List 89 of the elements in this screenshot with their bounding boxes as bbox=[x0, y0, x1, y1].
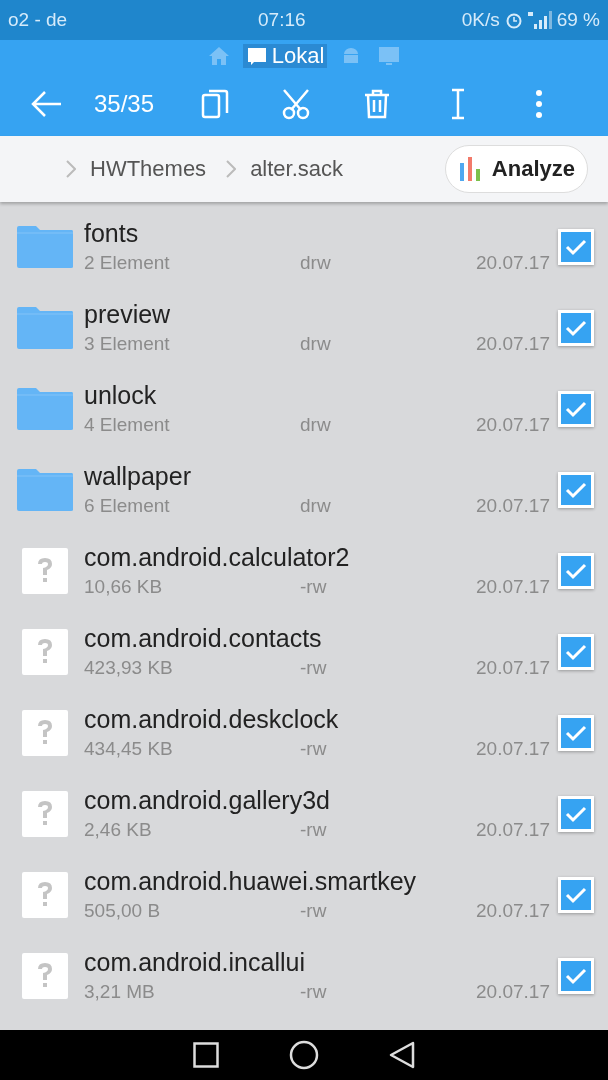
file-size: 2 Element bbox=[84, 252, 171, 274]
folder-icon bbox=[16, 224, 74, 269]
checkbox[interactable] bbox=[558, 795, 594, 832]
file-name[interactable]: unlock bbox=[84, 381, 157, 410]
folder-icon bbox=[16, 467, 74, 512]
file-permissions: -rw bbox=[300, 738, 328, 760]
unknown-file-icon bbox=[22, 790, 68, 837]
network-speed: 0K/s bbox=[461, 9, 500, 31]
more-vertical-icon bbox=[535, 89, 544, 119]
file-size: 10,66 KB bbox=[84, 576, 164, 598]
file-date: 20.07.17 bbox=[476, 414, 550, 436]
file-size: 423,93 KB bbox=[84, 657, 174, 679]
file-permissions: drw bbox=[300, 495, 332, 517]
checkbox[interactable] bbox=[558, 552, 594, 589]
battery-level: 69 % bbox=[556, 9, 600, 31]
checkmark-icon bbox=[565, 642, 587, 661]
checkbox[interactable] bbox=[558, 633, 594, 670]
checkbox[interactable] bbox=[558, 471, 594, 508]
clock: 07:16 bbox=[258, 9, 306, 31]
chevron-right-icon bbox=[226, 160, 237, 178]
checkmark-icon bbox=[565, 480, 587, 499]
breadcrumb-item[interactable]: HWThemes bbox=[90, 156, 207, 182]
checkbox[interactable] bbox=[558, 876, 594, 913]
file-date: 20.07.17 bbox=[476, 738, 550, 760]
file-size: 3 Element bbox=[84, 333, 171, 355]
file-size: 505,00 B bbox=[84, 900, 162, 922]
file-permissions: drw bbox=[300, 414, 332, 436]
location-tab[interactable]: Lokal bbox=[242, 44, 328, 68]
checkbox[interactable] bbox=[558, 957, 594, 994]
file-size: 6 Element bbox=[84, 495, 171, 517]
checkmark-icon bbox=[565, 723, 587, 742]
file-name[interactable]: wallpaper bbox=[84, 462, 191, 491]
analyze-button[interactable]: Analyze bbox=[444, 145, 588, 193]
file-name[interactable]: fonts bbox=[84, 219, 139, 248]
file-date: 20.07.17 bbox=[476, 981, 550, 1003]
file-date: 20.07.17 bbox=[476, 495, 550, 517]
file-permissions: drw bbox=[300, 333, 332, 355]
checkmark-icon bbox=[565, 966, 587, 985]
file-size: 3,21 MB bbox=[84, 981, 156, 1003]
recent-apps-icon[interactable] bbox=[193, 1042, 219, 1068]
file-date: 20.07.17 bbox=[476, 657, 550, 679]
chevron-right-icon bbox=[66, 160, 76, 178]
folder-icon bbox=[16, 305, 74, 350]
unknown-file-icon bbox=[22, 709, 68, 756]
file-permissions: drw bbox=[300, 252, 332, 274]
file-permissions: -rw bbox=[300, 900, 328, 922]
file-size: 2,46 KB bbox=[84, 819, 153, 841]
unknown-file-icon bbox=[22, 547, 68, 594]
selection-count: 35/35 bbox=[94, 90, 155, 118]
file-name[interactable]: com.android.gallery3d bbox=[84, 786, 330, 815]
file-name[interactable]: com.android.incallui bbox=[84, 948, 305, 977]
file-date: 20.07.17 bbox=[476, 252, 550, 274]
checkmark-icon bbox=[565, 399, 587, 418]
carrier-name: o2 - de bbox=[8, 9, 68, 31]
file-permissions: -rw bbox=[300, 819, 328, 841]
checkbox[interactable] bbox=[558, 714, 594, 751]
checkmark-icon bbox=[565, 237, 587, 256]
network-screen-icon bbox=[378, 46, 401, 66]
unknown-file-icon bbox=[22, 871, 68, 918]
breadcrumb-item[interactable]: alter.sack bbox=[250, 156, 344, 182]
checkbox[interactable] bbox=[558, 309, 594, 346]
file-name[interactable]: preview bbox=[84, 300, 171, 329]
checkbox[interactable] bbox=[558, 228, 594, 265]
checkmark-icon bbox=[565, 318, 587, 337]
back-icon[interactable] bbox=[389, 1041, 415, 1069]
unknown-file-icon bbox=[22, 952, 68, 999]
unknown-file-icon bbox=[22, 628, 68, 675]
file-size: 4 Element bbox=[84, 414, 171, 436]
checkmark-icon bbox=[565, 561, 587, 580]
checkbox[interactable] bbox=[558, 390, 594, 427]
file-name[interactable]: com.android.calculator2 bbox=[84, 543, 350, 572]
checkmark-icon bbox=[565, 804, 587, 823]
file-name[interactable]: com.android.contacts bbox=[84, 624, 322, 653]
file-date: 20.07.17 bbox=[476, 333, 550, 355]
folder-icon bbox=[16, 386, 74, 431]
alarm-icon bbox=[504, 11, 523, 29]
file-permissions: -rw bbox=[300, 657, 328, 679]
home-icon bbox=[207, 46, 230, 66]
file-permissions: -rw bbox=[300, 576, 328, 598]
home-icon[interactable] bbox=[289, 1040, 319, 1070]
file-date: 20.07.17 bbox=[476, 819, 550, 841]
signal-icon bbox=[527, 10, 552, 30]
file-date: 20.07.17 bbox=[476, 576, 550, 598]
file-permissions: -rw bbox=[300, 981, 328, 1003]
file-size: 434,45 KB bbox=[84, 738, 174, 760]
file-date: 20.07.17 bbox=[476, 900, 550, 922]
checkmark-icon bbox=[565, 885, 587, 904]
file-name[interactable]: com.android.huawei.smartkey bbox=[84, 867, 417, 896]
file-name[interactable]: com.android.deskclock bbox=[84, 705, 339, 734]
